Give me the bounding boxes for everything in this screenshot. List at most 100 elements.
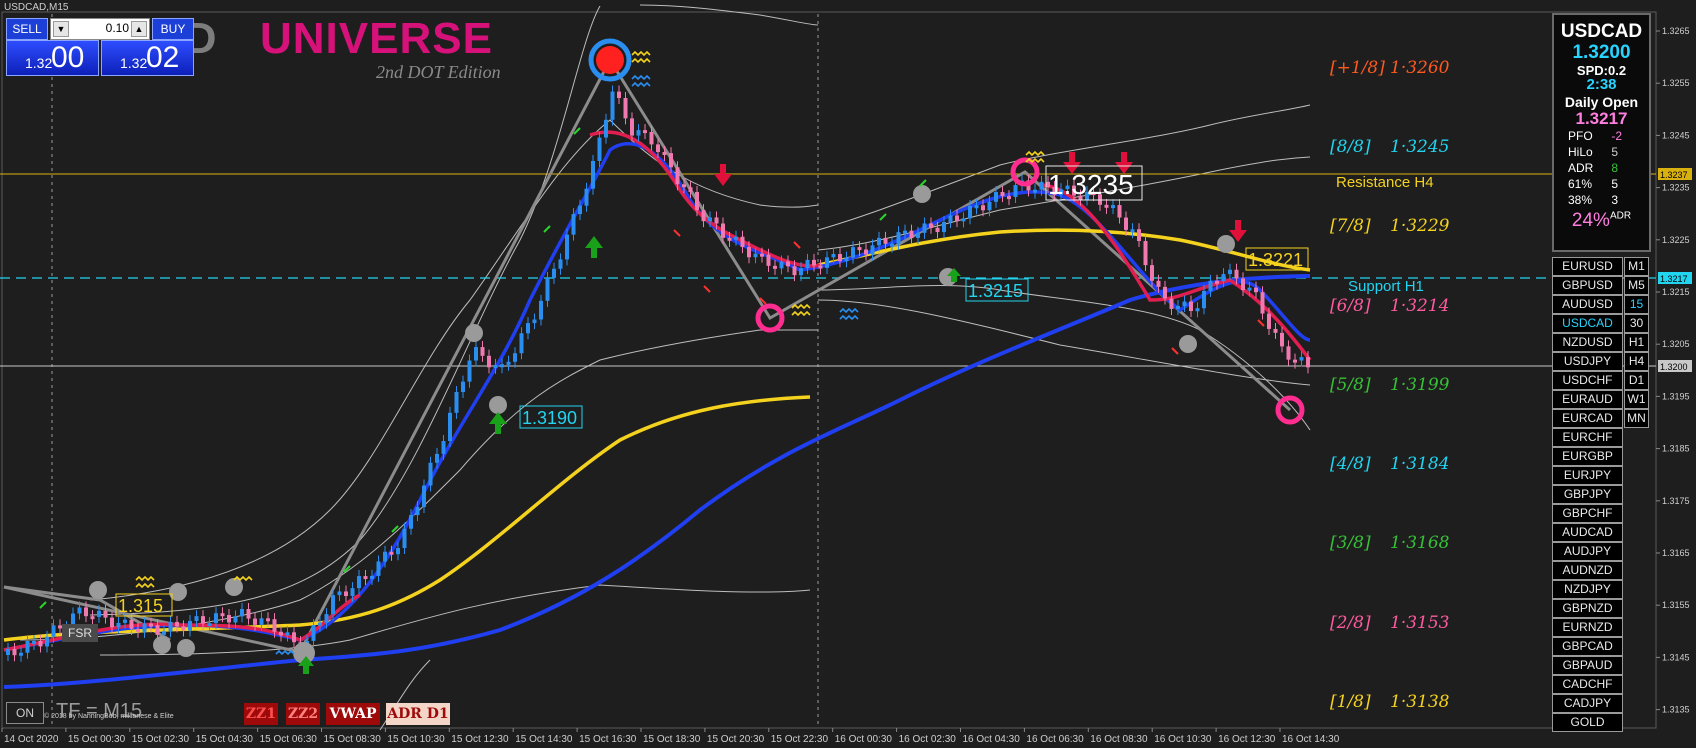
lot-size-input[interactable]: ▼ 0.10 ▲: [50, 18, 150, 40]
info-stat-value: 5: [1611, 177, 1619, 191]
bear-candle: [1234, 269, 1239, 279]
price-chart[interactable]: 1.3190 1.3215 1.3235 1.3221 1.315 1.3265…: [0, 0, 1696, 748]
timeframe-button-d1[interactable]: D1: [1624, 371, 1649, 390]
bear-candle: [662, 152, 667, 156]
murrey-level: [8/8] 1·3245: [1330, 137, 1449, 157]
symbol-button-gbpjpy[interactable]: GBPJPY: [1552, 485, 1623, 504]
zz1-button[interactable]: ZZ1: [244, 703, 278, 725]
price-axis-label: 1.3155: [1662, 600, 1690, 610]
timeframe-button-mn[interactable]: MN: [1624, 409, 1649, 428]
bull-candle: [454, 391, 459, 413]
symbol-button-gold[interactable]: GOLD: [1552, 713, 1623, 732]
bull-candle: [214, 613, 218, 624]
bear-candle: [1306, 357, 1310, 368]
sell-button[interactable]: SELL: [6, 18, 48, 40]
murrey-level-value: 1·3153: [1390, 613, 1450, 633]
info-adr-sup: ADR: [1609, 210, 1632, 222]
bull-candle: [422, 485, 426, 508]
fsr-button[interactable]: FSR: [62, 624, 98, 642]
symbol-button-eurusd[interactable]: EURUSD: [1552, 257, 1623, 276]
lot-increase-icon[interactable]: ▲: [131, 21, 147, 37]
bull-candle: [6, 648, 10, 655]
timeframe-button-w1[interactable]: W1: [1624, 390, 1649, 409]
symbol-button-usdcad[interactable]: USDCAD: [1552, 314, 1623, 333]
time-axis-label: 16 Oct 02:30: [899, 734, 957, 745]
timeframe-button-m5[interactable]: M5: [1624, 276, 1649, 295]
symbol-button-gbpnzd[interactable]: GBPNZD: [1552, 599, 1623, 618]
price-axis-label: 1.3135: [1662, 705, 1690, 715]
bear-candle: [1007, 196, 1011, 200]
symbol-button-usdjpy[interactable]: USDJPY: [1552, 352, 1623, 371]
bear-candle: [649, 131, 654, 145]
resistance-h4-label: Resistance H4: [1336, 174, 1434, 191]
symbol-button-gbpusd[interactable]: GBPUSD: [1552, 276, 1623, 295]
bull-candle: [1176, 305, 1180, 309]
timeframe-button-30[interactable]: 30: [1624, 314, 1649, 333]
bear-candle: [1280, 332, 1284, 347]
symbol-button-audnzd[interactable]: AUDNZD: [1552, 561, 1623, 580]
buy-button[interactable]: BUY: [152, 18, 194, 40]
symbol-button-eurnzd[interactable]: EURNZD: [1552, 618, 1623, 637]
bull-candle: [337, 591, 342, 596]
bull-candle: [890, 243, 894, 247]
bull-candle: [51, 625, 56, 637]
timeframe-button-h4[interactable]: H4: [1624, 352, 1649, 371]
bull-candle: [903, 230, 907, 234]
symbol-button-nzdusd[interactable]: NZDUSD: [1552, 333, 1623, 352]
bull-candle: [376, 561, 381, 576]
bear-candle: [253, 618, 257, 625]
on-toggle-button[interactable]: ON: [6, 702, 44, 724]
bear-candle: [675, 167, 680, 185]
bear-candle: [656, 144, 660, 153]
timeframe-button-15[interactable]: 15: [1624, 295, 1649, 314]
symbol-button-usdchf[interactable]: USDCHF: [1552, 371, 1623, 390]
bear-candle: [1137, 229, 1141, 242]
vwap-button[interactable]: VWAP: [326, 703, 380, 725]
lot-decrease-icon[interactable]: ▼: [53, 21, 69, 37]
price-label-2: 1.3215: [968, 281, 1023, 301]
timeframe-button-h1[interactable]: H1: [1624, 333, 1649, 352]
bull-candle: [383, 551, 387, 562]
symbol-button-nzdjpy[interactable]: NZDJPY: [1552, 580, 1623, 599]
bull-candle: [974, 205, 979, 209]
bear-candle: [812, 259, 816, 266]
bid-price-button[interactable]: 1.32 00: [6, 40, 99, 76]
symbol-button-audusd[interactable]: AUDUSD: [1552, 295, 1623, 314]
bull-candle: [1130, 229, 1135, 233]
info-price: 1.3200: [1572, 42, 1631, 63]
time-axis-label: 15 Oct 06:30: [260, 734, 318, 745]
murrey-level: [6/8] 1·3214: [1330, 296, 1449, 316]
support-h1-label: Support H1: [1348, 278, 1424, 295]
symbol-button-eurgbp[interactable]: EURGBP: [1552, 447, 1623, 466]
bull-candle: [1111, 205, 1115, 209]
bid-price-prefix: 1.32: [25, 55, 53, 71]
price-axis-label: 1.3185: [1662, 444, 1690, 454]
bull-candle: [636, 130, 641, 136]
time-axis-label: 16 Oct 04:30: [963, 734, 1021, 745]
symbol-button-euraud[interactable]: EURAUD: [1552, 390, 1623, 409]
symbol-button-audcad[interactable]: AUDCAD: [1552, 523, 1623, 542]
bull-candle: [591, 160, 595, 189]
logo-title: UNIVERSE: [260, 14, 493, 63]
bull-candle: [428, 462, 433, 486]
symbol-button-gbpchf[interactable]: GBPCHF: [1552, 504, 1623, 523]
symbol-button-gbpcad[interactable]: GBPCAD: [1552, 637, 1623, 656]
timeframe-button-m1[interactable]: M1: [1624, 257, 1649, 276]
zz2-button[interactable]: ZZ2: [286, 703, 320, 725]
bull-candle: [942, 222, 946, 233]
bull-candle: [259, 618, 264, 625]
bull-candle: [805, 259, 810, 269]
bull-candle: [948, 215, 953, 223]
symbol-button-cadchf[interactable]: CADCHF: [1552, 675, 1623, 694]
symbol-button-eurchf[interactable]: EURCHF: [1552, 428, 1623, 447]
symbol-button-cadjpy[interactable]: CADJPY: [1552, 694, 1623, 713]
symbol-button-eurjpy[interactable]: EURJPY: [1552, 466, 1623, 485]
symbol-button-gbpaud[interactable]: GBPAUD: [1552, 656, 1623, 675]
bear-candle: [227, 615, 231, 623]
bear-candle: [1273, 328, 1278, 333]
symbol-button-eurcad[interactable]: EURCAD: [1552, 409, 1623, 428]
adr-d1-button[interactable]: ADR D1: [386, 703, 450, 725]
ask-price-button[interactable]: 1.32 02: [101, 40, 194, 76]
bull-candle: [467, 360, 472, 382]
symbol-button-audjpy[interactable]: AUDJPY: [1552, 542, 1623, 561]
